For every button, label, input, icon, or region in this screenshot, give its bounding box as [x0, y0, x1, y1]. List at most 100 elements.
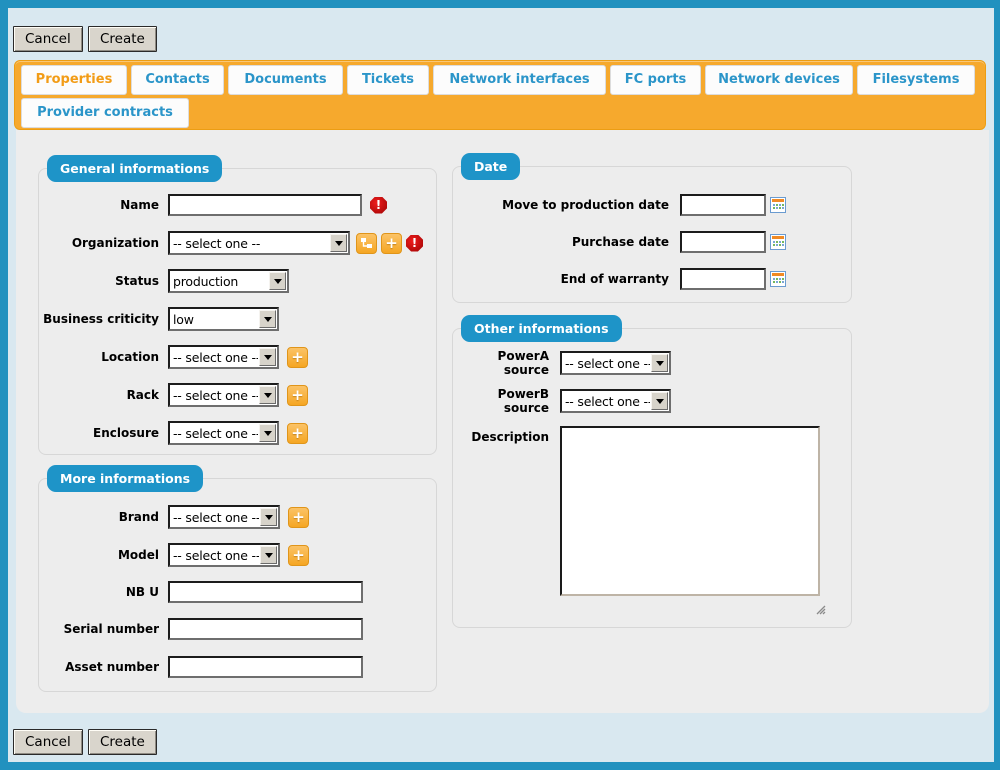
tab-documents[interactable]: Documents — [228, 65, 343, 95]
description-label: Description — [453, 426, 549, 444]
calendar-icon[interactable] — [770, 197, 786, 213]
serial-number-label: Serial number — [39, 622, 159, 636]
brand-select[interactable]: -- select one -- — [168, 505, 280, 529]
field-row-location: Location -- select one -- + — [39, 344, 436, 370]
calendar-icon[interactable] — [770, 234, 786, 250]
field-row-model: Model -- select one -- + — [39, 542, 436, 568]
model-label: Model — [39, 548, 159, 562]
field-row-move-to-production-date: Move to production date — [453, 192, 851, 218]
field-row-business-criticity: Business criticity low — [39, 306, 436, 332]
move-to-production-date-label: Move to production date — [453, 198, 669, 212]
nb-u-input[interactable] — [168, 581, 363, 603]
date-section: Date Move to production date Purchase da… — [452, 166, 852, 303]
tab-contacts[interactable]: Contacts — [131, 65, 224, 95]
hierarchy-button[interactable] — [356, 233, 377, 254]
chevron-down-icon[interactable] — [259, 310, 276, 328]
create-button-top[interactable]: Create — [88, 26, 157, 52]
powera-source-label: PowerA source — [453, 349, 549, 377]
powera-source-select[interactable]: -- select one -- — [560, 351, 671, 375]
powerb-source-select[interactable]: -- select one -- — [560, 389, 671, 413]
general-informations-section: General informations Name ! Organization… — [38, 168, 437, 455]
rack-select[interactable]: -- select one -- — [168, 383, 279, 407]
chevron-down-icon[interactable] — [651, 354, 668, 372]
general-informations-title: General informations — [47, 155, 222, 182]
chevron-down-icon[interactable] — [259, 386, 276, 404]
tab-tickets[interactable]: Tickets — [347, 65, 429, 95]
tab-bar: Properties Contacts Documents Tickets Ne… — [14, 60, 986, 130]
purchase-date-label: Purchase date — [453, 235, 669, 249]
tab-filesystems[interactable]: Filesystems — [857, 65, 975, 95]
required-error-icon: ! — [370, 197, 387, 214]
powerb-source-label: PowerB source — [453, 387, 549, 415]
business-criticity-select[interactable]: low — [168, 307, 279, 331]
tab-fc-ports[interactable]: FC ports — [610, 65, 701, 95]
rack-label: Rack — [39, 388, 159, 402]
chevron-down-icon[interactable] — [259, 348, 276, 366]
field-row-brand: Brand -- select one -- + — [39, 504, 436, 530]
field-row-status: Status production — [39, 268, 436, 294]
chevron-down-icon[interactable] — [651, 392, 668, 410]
location-label: Location — [39, 350, 159, 364]
add-location-button[interactable]: + — [287, 347, 308, 368]
end-of-warranty-label: End of warranty — [453, 272, 669, 286]
enclosure-label: Enclosure — [39, 426, 159, 440]
add-rack-button[interactable]: + — [287, 385, 308, 406]
chevron-down-icon[interactable] — [259, 424, 276, 442]
field-row-name: Name ! — [39, 192, 436, 218]
field-row-nb-u: NB U — [39, 579, 436, 605]
asset-number-label: Asset number — [39, 660, 159, 674]
add-organization-button[interactable]: + — [381, 233, 402, 254]
tab-network-devices[interactable]: Network devices — [705, 65, 853, 95]
other-informations-section: Other informations PowerA source -- sele… — [452, 328, 852, 628]
add-enclosure-button[interactable]: + — [287, 423, 308, 444]
cancel-button-bottom[interactable]: Cancel — [13, 729, 83, 755]
name-label: Name — [39, 198, 159, 212]
required-error-icon: ! — [406, 235, 423, 252]
more-informations-section: More informations Brand -- select one --… — [38, 478, 437, 692]
end-of-warranty-input[interactable] — [680, 268, 766, 290]
name-input[interactable] — [168, 194, 362, 216]
enclosure-select[interactable]: -- select one -- — [168, 421, 279, 445]
field-row-asset-number: Asset number — [39, 654, 436, 680]
business-criticity-label: Business criticity — [39, 312, 159, 326]
resize-grip-icon[interactable] — [814, 603, 826, 615]
location-select[interactable]: -- select one -- — [168, 345, 279, 369]
cancel-button-top[interactable]: Cancel — [13, 26, 83, 52]
description-textarea[interactable] — [560, 426, 820, 596]
model-select[interactable]: -- select one -- — [168, 543, 280, 567]
move-to-production-date-input[interactable] — [680, 194, 766, 216]
chevron-down-icon[interactable] — [260, 546, 277, 564]
chevron-down-icon[interactable] — [269, 272, 286, 290]
tab-properties[interactable]: Properties — [21, 65, 127, 95]
calendar-icon[interactable] — [770, 271, 786, 287]
other-informations-title: Other informations — [461, 315, 622, 342]
field-row-organization: Organization -- select one -- + ! — [39, 230, 436, 256]
add-brand-button[interactable]: + — [288, 507, 309, 528]
create-button-bottom[interactable]: Create — [88, 729, 157, 755]
hierarchy-icon — [360, 237, 373, 250]
more-informations-title: More informations — [47, 465, 203, 492]
field-row-enclosure: Enclosure -- select one -- + — [39, 420, 436, 446]
field-row-powera-source: PowerA source -- select one -- — [453, 350, 851, 376]
field-row-purchase-date: Purchase date — [453, 229, 851, 255]
nb-u-label: NB U — [39, 585, 159, 599]
chevron-down-icon[interactable] — [260, 508, 277, 526]
add-model-button[interactable]: + — [288, 545, 309, 566]
serial-number-input[interactable] — [168, 618, 363, 640]
organization-select[interactable]: -- select one -- — [168, 231, 350, 255]
tab-network-interfaces[interactable]: Network interfaces — [433, 65, 606, 95]
field-row-end-of-warranty: End of warranty — [453, 266, 851, 292]
organization-label: Organization — [39, 236, 159, 250]
brand-label: Brand — [39, 510, 159, 524]
date-section-title: Date — [461, 153, 520, 180]
field-row-powerb-source: PowerB source -- select one -- — [453, 388, 851, 414]
field-row-description: Description — [453, 426, 851, 602]
purchase-date-input[interactable] — [680, 231, 766, 253]
chevron-down-icon[interactable] — [330, 234, 347, 252]
status-label: Status — [39, 274, 159, 288]
tab-provider-contracts[interactable]: Provider contracts — [21, 98, 189, 128]
asset-number-input[interactable] — [168, 656, 363, 678]
field-row-rack: Rack -- select one -- + — [39, 382, 436, 408]
field-row-serial-number: Serial number — [39, 616, 436, 642]
status-select[interactable]: production — [168, 269, 289, 293]
